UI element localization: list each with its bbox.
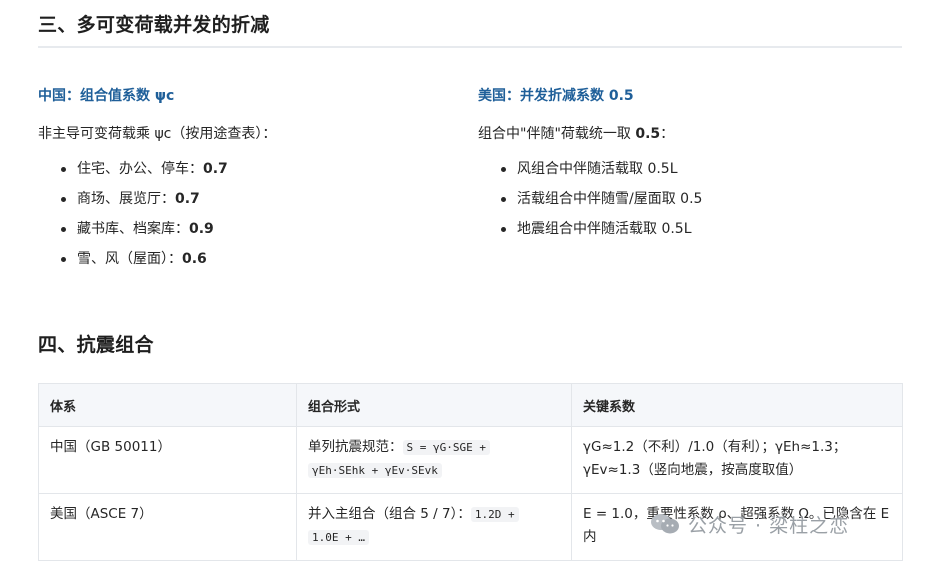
- usa-subheading: 美国：并发折减系数 0.5: [478, 88, 634, 104]
- china-subheading: 中国：组合值系数 ψc: [38, 88, 175, 104]
- cell-coefficients: γG≈1.2（不利）/1.0（有利）；γEh≈1.3； γEv≈1.3（竖向地震…: [571, 426, 903, 494]
- china-factor-list: 住宅、办公、停车：0.7 商场、展览厅：0.7 藏书库、档案库：0.9 雪、风（…: [38, 154, 458, 274]
- list-item: 活载组合中伴随雪/屋面取 0.5: [478, 184, 898, 214]
- cell-form: 并入主组合（组合 5 / 7）： 1.2D + 1.0E + …: [296, 493, 572, 561]
- list-item: 住宅、办公、停车：0.7: [38, 154, 458, 184]
- formula-code: S = γG·SGE +: [402, 440, 490, 455]
- column-header-coefficients: 关键系数: [571, 383, 903, 427]
- china-intro: 非主导可变荷载乘 ψc（按用途查表）：: [38, 126, 277, 142]
- list-item: 雪、风（屋面）：0.6: [38, 244, 458, 274]
- wechat-icon: [651, 514, 679, 534]
- section-heading-load-reduction: 三、多可变荷载并发的折减: [38, 14, 270, 36]
- heading-divider: [38, 46, 902, 48]
- formula-code: 1.0E + …: [308, 530, 369, 545]
- list-item: 商场、展览厅：0.7: [38, 184, 458, 214]
- table-header-row: 体系 组合形式 关键系数: [38, 383, 903, 427]
- watermark-text: 公众号 · 梁柱之恋: [688, 514, 850, 537]
- column-header-system: 体系: [38, 383, 297, 427]
- cell-form: 单列抗震规范： S = γG·SGE + γEh·SEhk + γEv·SEvk: [296, 426, 572, 494]
- list-item: 藏书库、档案库：0.9: [38, 214, 458, 244]
- list-item: 风组合中伴随活载取 0.5L: [478, 154, 898, 184]
- china-column: 中国：组合值系数 ψc 非主导可变荷载乘 ψc（按用途查表）： 住宅、办公、停车…: [38, 85, 458, 274]
- cell-system: 美国（ASCE 7）: [38, 493, 297, 561]
- column-header-form: 组合形式: [296, 383, 572, 427]
- article-content: 三、多可变荷载并发的折减 中国：组合值系数 ψc 非主导可变荷载乘 ψc（按用途…: [38, 0, 903, 562]
- section-heading-seismic: 四、抗震组合: [38, 334, 154, 356]
- usa-factor-list: 风组合中伴随活载取 0.5L 活载组合中伴随雪/屋面取 0.5 地震组合中伴随活…: [478, 154, 898, 244]
- usa-column: 美国：并发折减系数 0.5 组合中"伴随"荷载统一取 0.5： 风组合中伴随活载…: [478, 85, 898, 244]
- list-item: 地震组合中伴随活载取 0.5L: [478, 214, 898, 244]
- usa-intro: 组合中"伴随"荷载统一取 0.5：: [478, 126, 675, 142]
- formula-code: 1.2D +: [470, 507, 519, 522]
- table-row: 中国（GB 50011） 单列抗震规范： S = γG·SGE + γEh·SEh…: [38, 426, 903, 494]
- cell-system: 中国（GB 50011）: [38, 426, 297, 494]
- formula-code: γEh·SEhk + γEv·SEvk: [308, 463, 442, 478]
- watermark: 公众号 · 梁柱之恋: [650, 510, 849, 538]
